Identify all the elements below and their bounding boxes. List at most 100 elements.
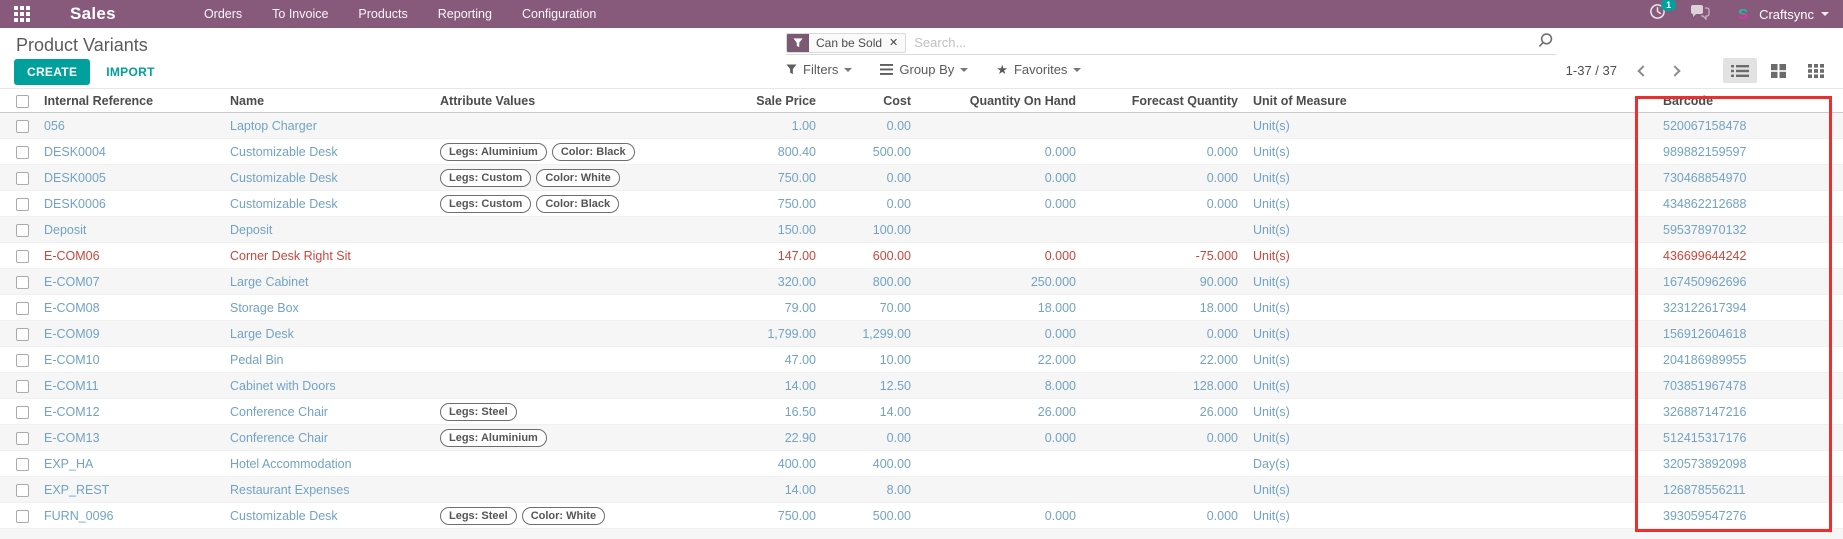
user-menu[interactable]: S Craftsync <box>1734 5 1829 23</box>
forecast-quantity-cell <box>1078 477 1240 503</box>
activities-icon[interactable]: 1 <box>1649 3 1666 25</box>
column-header-name[interactable]: Name <box>230 89 440 113</box>
quantity-on-hand-cell <box>913 451 1078 477</box>
menu-item-configuration[interactable]: Configuration <box>522 7 596 21</box>
table-row[interactable]: E-COM12Conference ChairLegs: Steel16.501… <box>0 399 1843 425</box>
row-checkbox[interactable] <box>16 302 29 315</box>
internal-reference-cell: E-COM10 <box>44 347 230 373</box>
menu-item-reporting[interactable]: Reporting <box>438 7 492 21</box>
column-header-quantity-on-hand[interactable]: Quantity On Hand <box>913 89 1078 113</box>
column-header-forecast-quantity[interactable]: Forecast Quantity <box>1078 89 1240 113</box>
row-checkbox[interactable] <box>16 484 29 497</box>
row-checkbox[interactable] <box>16 250 29 263</box>
table-row[interactable]: EXP_HAHotel Accommodation400.00400.00Day… <box>0 451 1843 477</box>
create-button[interactable]: CREATE <box>14 59 90 85</box>
name-cell: Hotel Accommodation <box>230 451 440 477</box>
table-row[interactable]: 056Laptop Charger1.000.00Unit(s)52006715… <box>0 113 1843 139</box>
unit-of-measure-cell: Unit(s) <box>1240 165 1637 191</box>
menu-item-products[interactable]: Products <box>358 7 407 21</box>
row-checkbox[interactable] <box>16 198 29 211</box>
table-row[interactable]: E-COM09Large Desk1,799.001,299.000.0000.… <box>0 321 1843 347</box>
column-header-attribute-values[interactable]: Attribute Values <box>440 89 755 113</box>
row-checkbox[interactable] <box>16 276 29 289</box>
table-row[interactable]: E-COM10Pedal Bin47.0010.0022.00022.000Un… <box>0 347 1843 373</box>
column-header-internal-reference[interactable]: Internal Reference <box>44 89 230 113</box>
table-row[interactable]: E-COM06Corner Desk Right Sit147.00600.00… <box>0 243 1843 269</box>
favorites-dropdown[interactable]: ★ Favorites <box>996 62 1081 77</box>
menu-item-orders[interactable]: Orders <box>204 7 242 21</box>
import-button[interactable]: IMPORT <box>106 65 154 79</box>
sale-price-cell: 14.00 <box>755 477 818 503</box>
facet-remove-icon[interactable]: ✕ <box>889 36 898 49</box>
quantity-on-hand-cell: 250.000 <box>913 269 1078 295</box>
internal-reference-cell: DESK0004 <box>44 139 230 165</box>
table-row[interactable]: E-COM08Storage Box79.0070.0018.00018.000… <box>0 295 1843 321</box>
forecast-quantity-cell: 18.000 <box>1078 295 1240 321</box>
unit-of-measure-cell: Unit(s) <box>1240 347 1637 373</box>
cost-cell: 500.00 <box>818 503 913 529</box>
name-cell: Cabinet with Doors <box>230 373 440 399</box>
menu-item-to-invoice[interactable]: To Invoice <box>272 7 328 21</box>
attribute-values-cell <box>440 243 755 269</box>
forecast-quantity-cell <box>1078 113 1240 139</box>
attribute-values-cell: Legs: AluminiumColor: Black <box>440 139 755 165</box>
table-row[interactable]: DepositDeposit150.00100.00Unit(s)5953789… <box>0 217 1843 243</box>
list-view-button[interactable] <box>1723 58 1757 83</box>
row-checkbox[interactable] <box>16 354 29 367</box>
internal-reference-cell: E-COM06 <box>44 243 230 269</box>
search-icon[interactable] <box>1537 32 1554 54</box>
internal-reference-cell: E-COM12 <box>44 399 230 425</box>
row-checkbox[interactable] <box>16 328 29 341</box>
cost-cell: 0.00 <box>818 191 913 217</box>
attribute-pill: Legs: Steel <box>440 507 517 525</box>
table-row[interactable]: DESK0006Customizable DeskLegs: CustomCol… <box>0 191 1843 217</box>
barcode-cell: 703851967478 <box>1637 373 1843 399</box>
row-checkbox[interactable] <box>16 224 29 237</box>
facet-label: Can be Sold <box>816 36 882 50</box>
column-header-cost[interactable]: Cost <box>818 89 913 113</box>
sale-price-cell: 320.00 <box>755 269 818 295</box>
search-facet[interactable]: Can be Sold ✕ <box>786 33 906 53</box>
filters-dropdown[interactable]: Filters <box>786 62 852 77</box>
table-row[interactable]: E-COM13Conference ChairLegs: Aluminium22… <box>0 425 1843 451</box>
row-checkbox[interactable] <box>16 172 29 185</box>
kanban-view-button[interactable] <box>1761 58 1795 83</box>
table-row[interactable]: EXP_RESTRestaurant Expenses14.008.00Unit… <box>0 477 1843 503</box>
table-row[interactable]: E-COM11Cabinet with Doors14.0012.508.000… <box>0 373 1843 399</box>
row-checkbox[interactable] <box>16 510 29 523</box>
table-row[interactable]: E-COM07Large Cabinet320.00800.00250.0009… <box>0 269 1843 295</box>
table-row[interactable]: DESK0005Customizable DeskLegs: CustomCol… <box>0 165 1843 191</box>
unit-of-measure-cell: Unit(s) <box>1240 191 1637 217</box>
table-row[interactable]: FURN_0096Customizable DeskLegs: SteelCol… <box>0 503 1843 529</box>
sale-price-cell: 147.00 <box>755 243 818 269</box>
internal-reference-cell: E-COM07 <box>44 269 230 295</box>
row-checkbox[interactable] <box>16 432 29 445</box>
column-header-barcode[interactable]: Barcode <box>1637 89 1843 113</box>
app-name[interactable]: Sales <box>70 4 116 24</box>
select-all-checkbox[interactable] <box>16 95 29 108</box>
search-input[interactable] <box>914 35 1537 50</box>
row-checkbox[interactable] <box>16 120 29 133</box>
column-header-unit-of-measure[interactable]: Unit of Measure <box>1240 89 1637 113</box>
apps-menu-icon[interactable] <box>14 6 30 22</box>
row-checkbox[interactable] <box>16 458 29 471</box>
table-row[interactable]: DESK0004Customizable DeskLegs: Aluminium… <box>0 139 1843 165</box>
forecast-quantity-cell <box>1078 451 1240 477</box>
attribute-pill: Color: White <box>536 169 619 187</box>
grid-view-button[interactable] <box>1799 58 1833 83</box>
cost-cell: 8.00 <box>818 477 913 503</box>
column-header-sale-price[interactable]: Sale Price <box>755 89 818 113</box>
cost-cell: 1,299.00 <box>818 321 913 347</box>
forecast-quantity-cell: 0.000 <box>1078 503 1240 529</box>
row-checkbox[interactable] <box>16 380 29 393</box>
pager-previous-button[interactable] <box>1637 65 1648 76</box>
row-checkbox[interactable] <box>16 146 29 159</box>
row-checkbox[interactable] <box>16 406 29 419</box>
internal-reference-cell: E-COM08 <box>44 295 230 321</box>
name-cell: Pedal Bin <box>230 347 440 373</box>
sale-price-cell: 1,799.00 <box>755 321 818 347</box>
attribute-values-cell <box>440 373 755 399</box>
messages-icon[interactable] <box>1690 4 1710 25</box>
pager-next-button[interactable] <box>1669 65 1680 76</box>
group-by-dropdown[interactable]: Group By <box>880 62 968 77</box>
